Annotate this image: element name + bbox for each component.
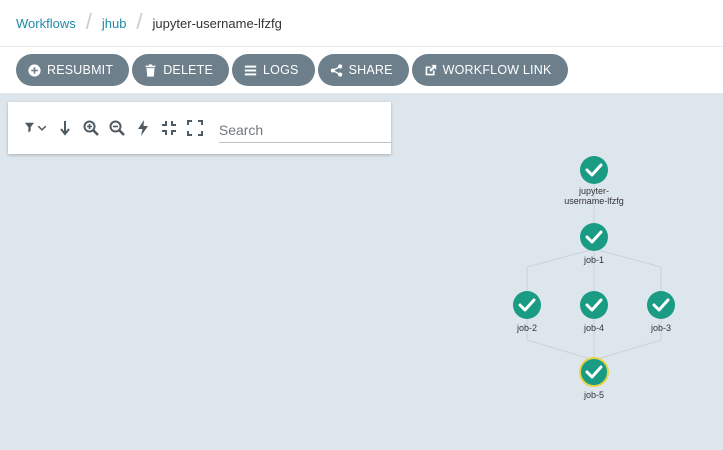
workflow-node-label: job-3 — [650, 323, 671, 333]
graph-options-panel — [8, 102, 391, 154]
share-button[interactable]: SHARE — [317, 54, 409, 86]
workflow-node-job-1[interactable] — [580, 223, 608, 251]
workflow-node-job-2[interactable] — [513, 291, 541, 319]
breadcrumb-workflows-link[interactable]: Workflows — [16, 16, 76, 31]
logs-button[interactable]: LOGS — [232, 54, 315, 86]
share-label: SHARE — [348, 63, 393, 77]
delete-label: DELETE — [163, 63, 214, 77]
filter-dropdown[interactable] — [24, 120, 49, 136]
breadcrumb-separator: / — [85, 9, 92, 34]
workflow-node-label: jupyter-username-lfzfg — [564, 186, 624, 206]
share-icon — [330, 63, 342, 77]
list-icon — [244, 65, 257, 75]
chevron-down-icon — [38, 125, 47, 131]
workflow-node-job-4[interactable] — [580, 291, 608, 319]
workflow-node-root[interactable] — [580, 156, 608, 184]
workflow-node-label: job-5 — [583, 390, 604, 400]
external-link-icon — [425, 64, 436, 75]
breadcrumb-current: jupyter-username-lfzfg — [152, 15, 282, 31]
workflow-node-job-5[interactable] — [579, 357, 609, 387]
logs-label: LOGS — [263, 63, 299, 77]
workflow-node-label: job-1 — [583, 255, 604, 265]
plus-circle-icon — [28, 63, 41, 77]
breadcrumb-separator: / — [136, 9, 143, 34]
resubmit-label: RESUBMIT — [47, 63, 114, 77]
expand-icon[interactable] — [186, 120, 203, 136]
workflow-toolbar: RESUBMIT DELETE LOGS SHARE WORKFLOW LINK — [0, 46, 723, 94]
search-field — [218, 113, 391, 143]
bolt-icon[interactable] — [135, 120, 151, 136]
arrow-down-icon[interactable] — [57, 120, 73, 136]
zoom-in-icon[interactable] — [83, 120, 99, 136]
workflow-link-button[interactable]: WORKFLOW LINK — [411, 54, 568, 86]
filter-icon — [25, 122, 35, 133]
resubmit-button[interactable]: RESUBMIT — [16, 54, 130, 86]
breadcrumb: Workflows / jhub / jupyter-username-lfzf… — [0, 0, 723, 46]
trash-icon — [145, 63, 156, 77]
workflow-link-label: WORKFLOW LINK — [442, 63, 552, 77]
compress-icon[interactable] — [161, 120, 177, 136]
workflow-node-job-3[interactable] — [647, 291, 675, 319]
zoom-out-icon[interactable] — [109, 120, 125, 136]
search-input[interactable] — [218, 117, 391, 138]
breadcrumb-namespace-link[interactable]: jhub — [102, 16, 127, 31]
delete-button[interactable]: DELETE — [132, 54, 230, 86]
